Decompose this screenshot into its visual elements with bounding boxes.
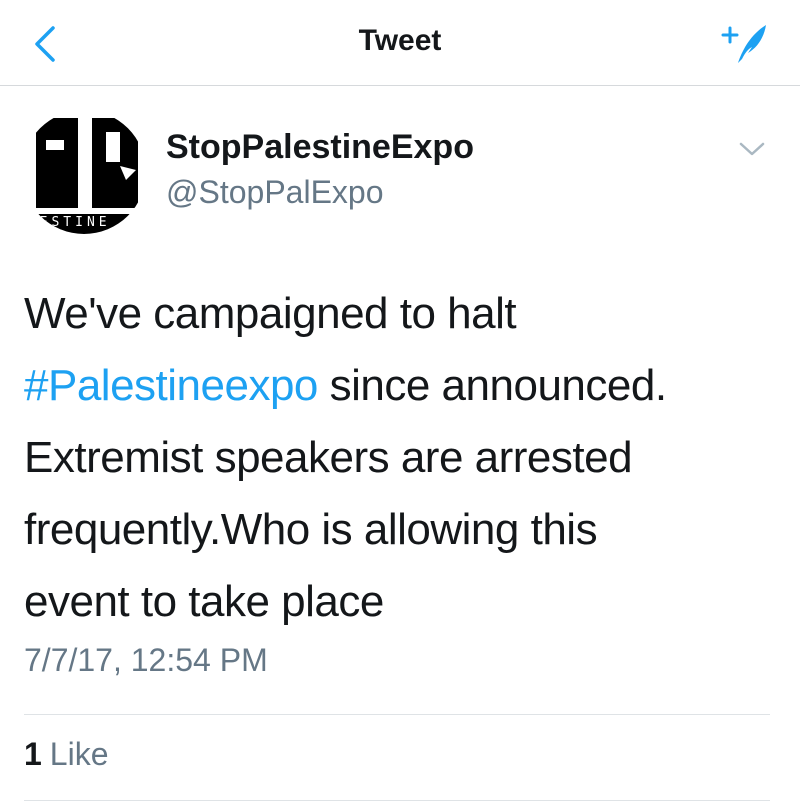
tweet-text-segment: event to take place [24,577,384,626]
page-title: Tweet [358,24,442,57]
author-display-name[interactable]: StopPalestineExpo [166,128,474,167]
tweet-timestamp[interactable]: 7/7/17, 12:54 PM [24,642,268,679]
divider [24,800,770,801]
author-handle[interactable]: @StopPalExpo [166,174,384,211]
navigation-bar: Tweet [0,0,800,86]
tweet-line: #Palestineexpo since announced. [24,350,784,422]
tweet-text-segment: Extremist speakers are arrested [24,433,633,482]
avatar[interactable]: ALESTINE [22,110,146,234]
tweet-text: We've campaigned to halt #Palestineexpo … [24,278,784,638]
compose-tweet-icon [721,25,766,63]
avatar-text: ALESTINE [22,215,111,230]
chevron-down-icon [739,142,765,156]
likes-count: 1 [24,736,42,772]
tweet-line: We've campaigned to halt [24,278,784,350]
tweet-line: event to take place [24,566,784,638]
tweet-text-segment: frequently.Who is allowing this [24,505,598,554]
compose-tweet-button[interactable] [716,20,772,68]
tweet-line: frequently.Who is allowing this [24,494,784,566]
hashtag-link[interactable]: #Palestineexpo [24,361,318,410]
tweet-text-segment: We've campaigned to halt [24,289,517,338]
tweet-text-segment: since announced. [317,361,667,410]
tweet-line: Extremist speakers are arrested [24,422,784,494]
divider [24,714,770,715]
likes-label: Like [49,736,109,772]
likes-stat[interactable]: 1 Like [24,736,109,773]
tweet-options-button[interactable] [732,132,772,166]
